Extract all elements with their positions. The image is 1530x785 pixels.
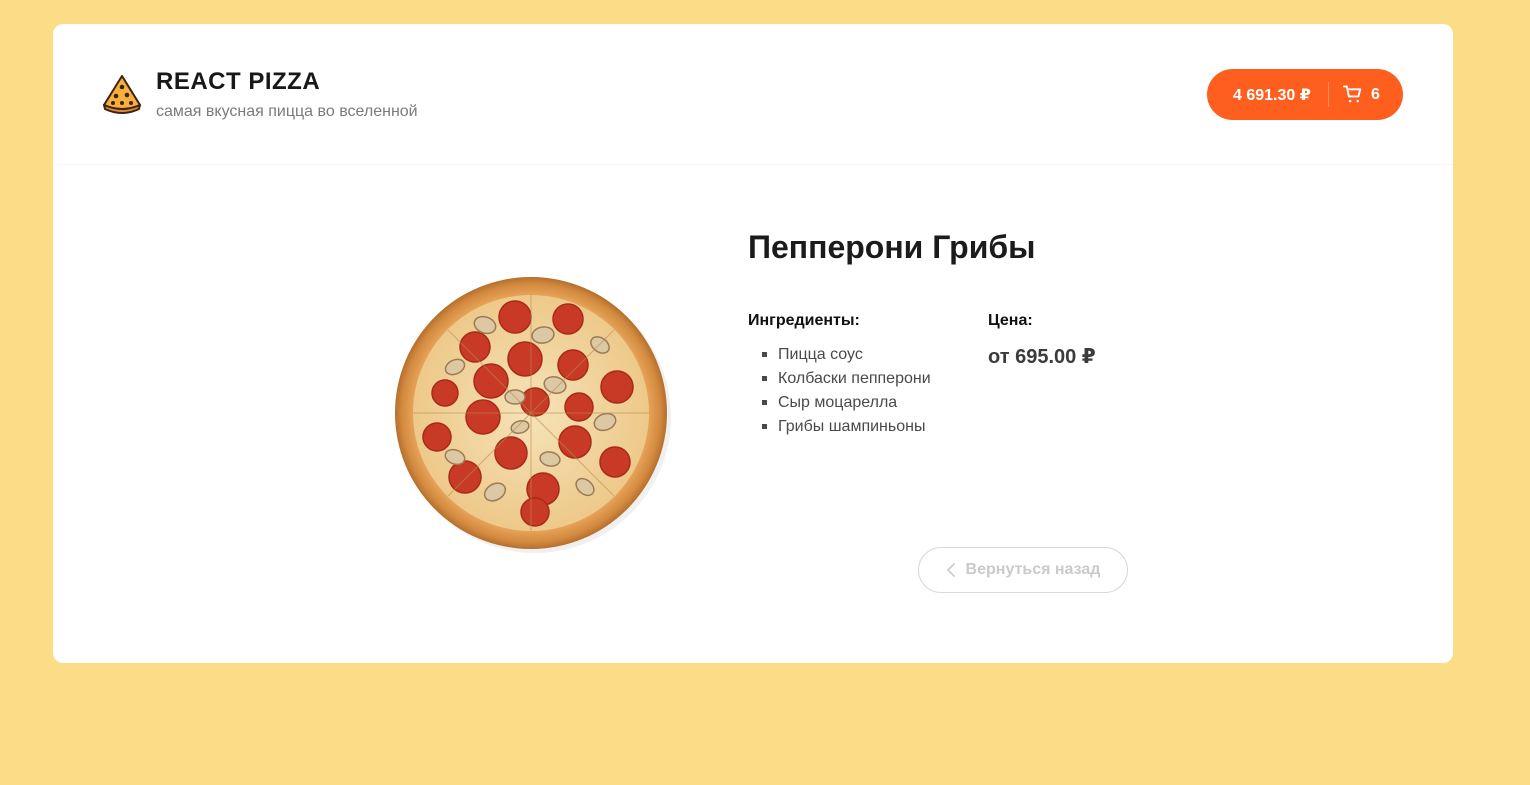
cart-divider (1328, 82, 1329, 107)
page-card: REACT PIZZA самая вкусная пицца во вселе… (53, 24, 1453, 663)
cart-count: 6 (1371, 85, 1380, 103)
cart-total: 4 691.30 ₽ (1233, 86, 1311, 104)
header: REACT PIZZA самая вкусная пицца во вселе… (53, 24, 1453, 165)
chevron-left-icon (946, 563, 955, 577)
ingredient-item: Колбаски пепперони (762, 367, 948, 391)
price-value: от 695.00 ₽ (988, 346, 1096, 368)
logo-subtitle: самая вкусная пицца во вселенной (156, 103, 418, 120)
back-button[interactable]: Вернуться назад (918, 547, 1128, 593)
pizza-slice-icon[interactable] (101, 73, 143, 115)
price-label: Цена: (988, 312, 1033, 329)
cart-button[interactable]: 4 691.30 ₽ 6 (1207, 69, 1403, 120)
ingredients-label: Ингредиенты: (748, 312, 860, 329)
ingredients-list: Пицца соус Колбаски пепперони Сыр моцаре… (748, 343, 948, 439)
ingredient-item: Сыр моцарелла (762, 391, 948, 415)
pizza-title: Пепперони Грибы (748, 229, 1036, 265)
ingredient-item: Пицца соус (762, 343, 948, 367)
logo-title[interactable]: REACT PIZZA (156, 68, 320, 96)
ingredient-item: Грибы шампиньоны (762, 415, 948, 439)
pizza-image (395, 277, 671, 553)
back-button-label: Вернуться назад (965, 561, 1101, 578)
cart-icon (1343, 85, 1362, 103)
